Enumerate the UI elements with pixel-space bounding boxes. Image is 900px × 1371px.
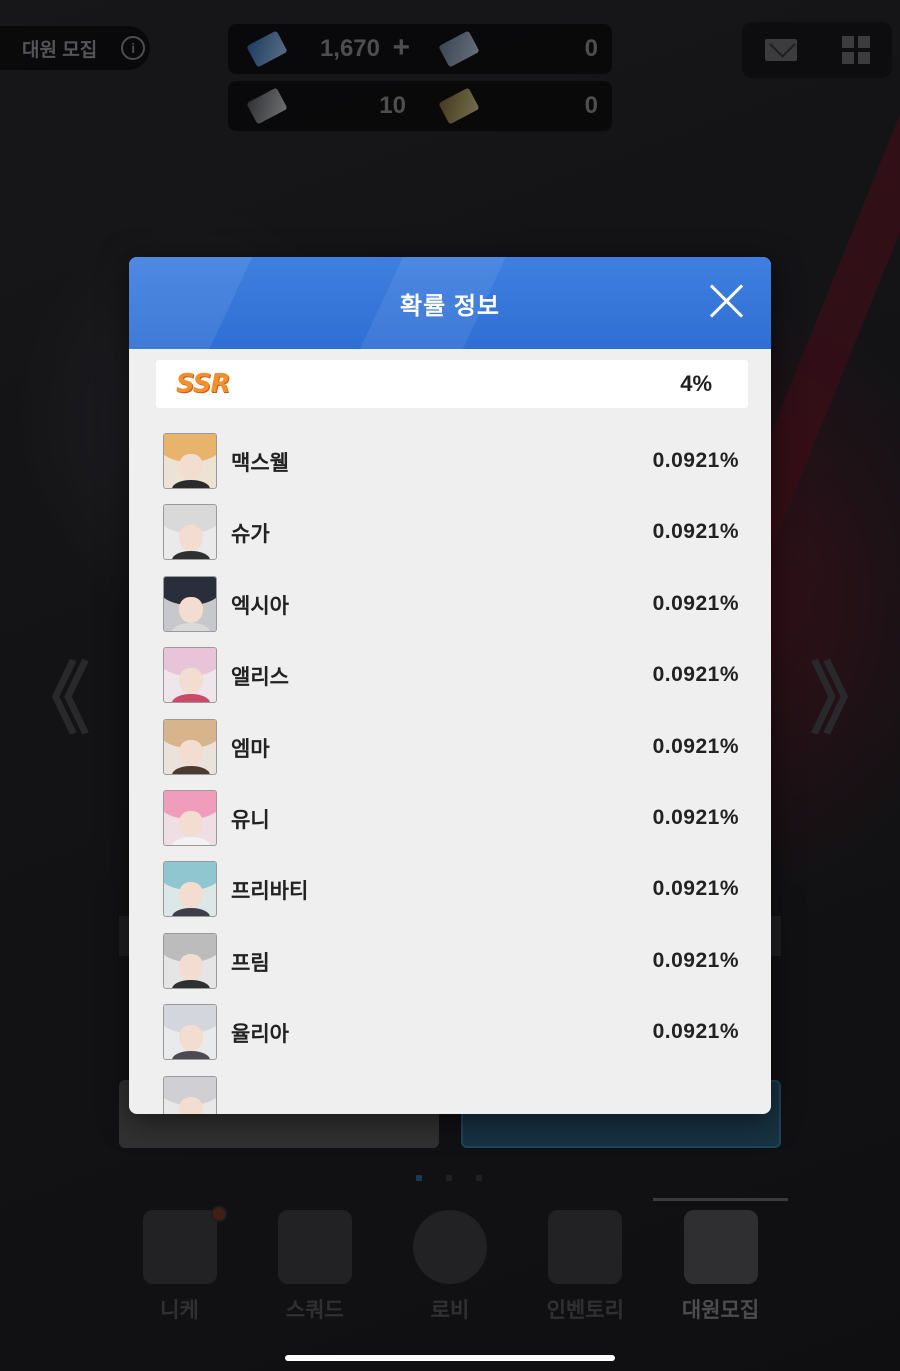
- list-item: 유니 0.0921%: [163, 789, 739, 861]
- ssr-rank-logo: SSR: [176, 369, 231, 399]
- character-rate: 0.0921%: [652, 520, 739, 544]
- character-rate: 0.0921%: [652, 805, 739, 829]
- list-item: 슈가 0.0921%: [163, 504, 739, 575]
- character-avatar: [163, 647, 217, 704]
- list-item: 엑시아 0.0921%: [163, 575, 739, 647]
- character-name: 프리바티: [231, 880, 309, 904]
- rank-rate: 4%: [680, 371, 712, 396]
- dialog-header: 확률 정보: [129, 257, 771, 349]
- character-rate: 0.0921%: [652, 877, 739, 901]
- list-item: 맥스웰 0.0921%: [163, 433, 739, 504]
- probability-dialog: 확률 정보 SSR 4% 맥스웰 0.0921% 슈가 0.0921% 엑시아 0.092…: [129, 257, 771, 1114]
- character-avatar: [163, 932, 217, 989]
- character-rate: 0.0921%: [652, 948, 739, 972]
- home-indicator: [285, 1355, 615, 1361]
- list-item: 엠마 0.0921%: [163, 718, 739, 790]
- character-avatar: [163, 504, 217, 561]
- character-avatar: [163, 433, 217, 489]
- character-name: 유니: [231, 808, 270, 832]
- list-item: 프리바티 0.0921%: [163, 861, 739, 932]
- list-item: 프림 0.0921%: [163, 932, 739, 1004]
- close-icon[interactable]: [707, 281, 747, 321]
- character-avatar: [163, 789, 217, 846]
- character-name: 엑시아: [231, 594, 289, 618]
- character-avatar: [163, 575, 217, 632]
- character-name: 슈가: [231, 523, 270, 547]
- list-item: 율리아 0.0921%: [163, 1004, 739, 1075]
- character-list[interactable]: 맥스웰 0.0921% 슈가 0.0921% 엑시아 0.0921% 앨리스 0.0921% 엠…: [163, 433, 739, 1114]
- rank-header-ssr: SSR 4%: [156, 360, 748, 408]
- character-avatar: [163, 1075, 217, 1114]
- character-rate: 0.0921%: [652, 449, 739, 472]
- list-item: 앨리스 0.0921%: [163, 647, 739, 718]
- character-name: 앨리스: [231, 666, 289, 690]
- character-name: 맥스웰: [231, 452, 289, 475]
- character-name: 엠마: [231, 737, 270, 761]
- character-avatar: [163, 1004, 217, 1061]
- list-item: [163, 1075, 739, 1114]
- character-avatar: [163, 718, 217, 775]
- character-rate: 0.0921%: [652, 591, 739, 615]
- character-avatar: [163, 861, 217, 918]
- character-rate: 0.0921%: [652, 734, 739, 758]
- character-name: 프림: [231, 951, 270, 975]
- character-name: 율리아: [231, 1023, 289, 1047]
- character-rate: 0.0921%: [652, 663, 739, 687]
- character-rate: 0.0921%: [652, 1020, 739, 1044]
- dialog-title: 확률 정보: [400, 292, 500, 320]
